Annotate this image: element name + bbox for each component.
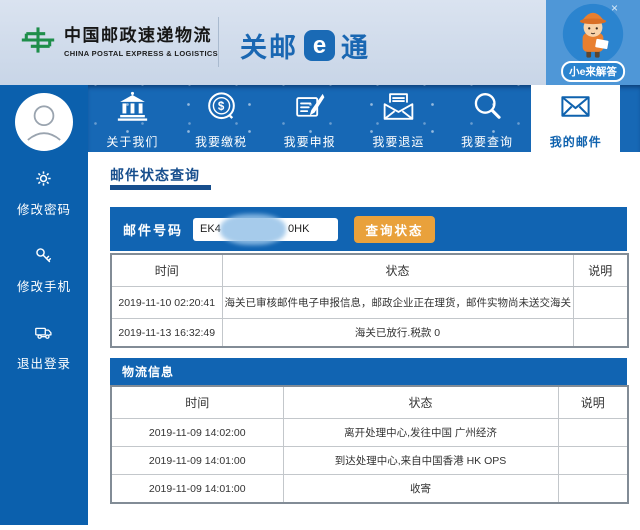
nav-item-return-shipment[interactable]: 我要退运 [354, 85, 443, 152]
china-post-logo-icon [20, 22, 56, 58]
nav-item-pay-tax[interactable]: $ 我要缴税 [177, 85, 266, 152]
page-title: 邮件状态查询 [110, 165, 200, 185]
column-header-note: 说明 [573, 254, 628, 287]
column-header-note: 说明 [558, 386, 628, 419]
assistant-panel: × 小e来解答 [546, 0, 640, 85]
brand-text: 中国邮政速递物流 CHINA POSTAL EXPRESS & LOGISTIC… [64, 21, 218, 58]
mail-query-bar: 邮件号码 查询状态 [110, 207, 627, 251]
truck-icon [34, 323, 53, 345]
sidebar-item-logout[interactable]: 退出登录 [17, 323, 71, 372]
cell-time: 2019-11-09 14:02:00 [111, 419, 283, 447]
cell-note [558, 475, 628, 504]
key-icon [34, 246, 53, 268]
nav-item-my-mail[interactable]: 我的邮件 [531, 85, 620, 152]
nav-item-label: 我要查询 [461, 133, 513, 150]
column-header-time: 时间 [111, 386, 283, 419]
cell-status: 收寄 [283, 475, 558, 504]
cell-status: 到达处理中心,来自中国香港 HK OPS [283, 447, 558, 475]
cell-time: 2019-11-10 02:20:41 [111, 287, 222, 319]
logistics-table: 时间 状态 说明 2019-11-09 14:02:00 离开处理中心,发往中国… [110, 385, 629, 504]
header: 中国邮政速递物流 CHINA POSTAL EXPRESS & LOGISTIC… [0, 0, 640, 85]
svg-text:$: $ [217, 100, 224, 112]
mascot-avatar[interactable] [560, 1, 626, 67]
cell-status: 离开处理中心,发往中国 广州经济 [283, 419, 558, 447]
mail-icon [557, 88, 594, 128]
query-status-button[interactable]: 查询状态 [354, 216, 435, 243]
app-name: 关邮 e 通 [240, 26, 370, 65]
table-header-row: 时间 状态 说明 [111, 254, 628, 287]
search-icon [469, 88, 506, 128]
column-header-status: 状态 [283, 386, 558, 419]
cell-status: 海关已审核邮件电子申报信息，邮政企业正在理货，邮件实物尚未送交海关 [222, 287, 573, 319]
top-navigation: 关于我们 $ 我要缴税 我要申报 [88, 85, 640, 152]
table-row: 2019-11-10 02:20:41 海关已审核邮件电子申报信息，邮政企业正在… [111, 287, 628, 319]
title-underline [110, 185, 211, 190]
column-header-time: 时间 [111, 254, 222, 287]
sidebar-item-change-phone[interactable]: 修改手机 [17, 246, 71, 295]
mail-status-table: 时间 状态 说明 2019-11-10 02:20:41 海关已审核邮件电子申报… [110, 253, 629, 348]
app-name-e-badge: e [304, 30, 335, 61]
cell-note [573, 319, 628, 348]
gear-icon [34, 169, 53, 191]
table-row: 2019-11-09 14:02:00 离开处理中心,发往中国 广州经济 [111, 419, 628, 447]
cell-time: 2019-11-09 14:01:00 [111, 475, 283, 504]
table-row: 2019-11-09 14:01:00 收寄 [111, 475, 628, 504]
mail-number-label: 邮件号码 [123, 220, 183, 239]
declare-icon [291, 88, 328, 128]
table-row: 2019-11-13 16:32:49 海关已放行.税款 0 [111, 319, 628, 348]
return-mail-icon [380, 88, 417, 128]
table-header-row: 时间 状态 说明 [111, 386, 628, 419]
cell-note [558, 447, 628, 475]
cell-note [558, 419, 628, 447]
column-header-status: 状态 [222, 254, 573, 287]
coin-icon: $ [203, 88, 240, 128]
brand-logo: 中国邮政速递物流 CHINA POSTAL EXPRESS & LOGISTIC… [20, 21, 218, 58]
table-row: 2019-11-09 14:01:00 到达处理中心,来自中国香港 HK OPS [111, 447, 628, 475]
nav-item-label: 我要缴税 [195, 133, 247, 150]
sidebar-item-label: 修改手机 [17, 276, 71, 295]
cell-time: 2019-11-09 14:01:00 [111, 447, 283, 475]
sidebar-item-change-password[interactable]: 修改密码 [17, 169, 71, 218]
nav-item-label: 我要退运 [372, 133, 424, 150]
sidebar: 修改密码 修改手机 退出登录 [0, 85, 88, 525]
cell-note [573, 287, 628, 319]
nav-item-declare[interactable]: 我要申报 [265, 85, 354, 152]
mail-number-input[interactable] [193, 218, 338, 241]
brand-subtitle: CHINA POSTAL EXPRESS & LOGISTICS [64, 49, 218, 58]
app-name-prefix: 关邮 [240, 26, 298, 65]
main-content: 邮件状态查询 邮件号码 查询状态 时间 状态 说明 2019-11-10 02:… [88, 152, 640, 530]
nav-item-label: 我要申报 [284, 133, 336, 150]
cell-status: 海关已放行.税款 0 [222, 319, 573, 348]
sidebar-item-label: 退出登录 [17, 353, 71, 372]
mail-number-input-wrap [193, 218, 338, 241]
cell-time: 2019-11-13 16:32:49 [111, 319, 222, 348]
nav-item-about-us[interactable]: 关于我们 [88, 85, 177, 152]
app-name-suffix: 通 [341, 26, 370, 65]
user-avatar [15, 93, 73, 151]
sidebar-item-label: 修改密码 [17, 199, 71, 218]
mascot-label[interactable]: 小e来解答 [561, 61, 625, 82]
nav-item-query[interactable]: 我要查询 [443, 85, 532, 152]
nav-item-label: 关于我们 [106, 133, 158, 150]
header-divider [218, 17, 219, 67]
nav-item-label: 我的邮件 [550, 133, 602, 150]
bank-icon [114, 88, 151, 128]
logistics-section-header: 物流信息 [110, 358, 627, 385]
brand-title: 中国邮政速递物流 [64, 21, 218, 46]
